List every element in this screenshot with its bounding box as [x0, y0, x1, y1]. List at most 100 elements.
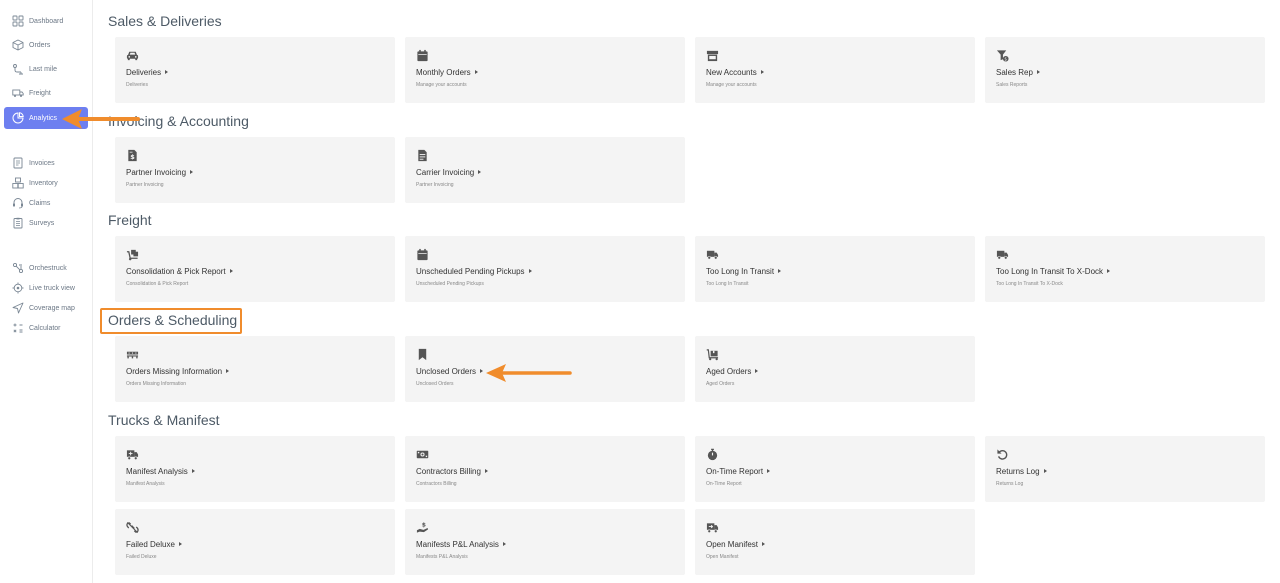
report-card-title-text: Unclosed Orders [416, 367, 477, 376]
analytics-pointer-arrow [62, 109, 140, 129]
report-card-deliveries[interactable]: Deliveries Deliveries [115, 37, 395, 103]
report-card-title[interactable]: Carrier Invoicing [416, 168, 482, 177]
section-title-trucks-manifest: Trucks & Manifest [108, 412, 220, 428]
sidebar-item-inventory[interactable]: Inventory [4, 173, 88, 193]
report-card-subtitle: Open Manifest [706, 554, 739, 560]
survey-icon [12, 217, 24, 229]
report-card-title-text: On-Time Report [706, 467, 764, 476]
report-card-aged-orders[interactable]: Aged Orders Aged Orders [695, 336, 975, 402]
report-card-title-text: Too Long In Transit To X-Dock [996, 267, 1104, 276]
report-card-open-manifest[interactable]: Open Manifest Open Manifest [695, 509, 975, 575]
report-card-on-time-report[interactable]: On-Time Report On-Time Report [695, 436, 975, 502]
bookmark-icon [416, 348, 429, 361]
report-card-title-text: Sales Rep [996, 68, 1033, 77]
sidebar-item-dashboard[interactable]: Dashboard [4, 11, 88, 31]
truck-loading-icon [126, 448, 139, 461]
report-card-new-accounts[interactable]: New Accounts Manage your accounts [695, 37, 975, 103]
report-card-title[interactable]: Consolidation & Pick Report [126, 267, 233, 276]
report-card-contractors-billing[interactable]: Contractors Billing Contractors Billing [405, 436, 685, 502]
caret-right-icon [528, 268, 532, 273]
undo-icon [996, 448, 1009, 461]
report-card-sales-rep[interactable]: $ Sales Rep Sales Reports [985, 37, 1265, 103]
pallet-icon [126, 348, 139, 361]
money-bill-icon [416, 448, 429, 461]
truck-fast-icon [996, 248, 1009, 261]
report-card-title[interactable]: Sales Rep [996, 68, 1040, 77]
sidebar-item-claims[interactable]: Claims [4, 193, 88, 213]
stopwatch-icon [706, 448, 719, 461]
report-card-subtitle: Unclosed Orders [416, 381, 454, 387]
report-card-subtitle: Too Long In Transit To X-Dock [996, 281, 1063, 287]
report-card-title[interactable]: Aged Orders [706, 367, 759, 376]
target-icon [12, 282, 24, 294]
sidebar-item-label: Orders [29, 41, 51, 49]
report-card-unscheduled-pending-pickups[interactable]: Unscheduled Pending Pickups Unscheduled P… [405, 236, 685, 302]
report-card-title-text: Unscheduled Pending Pickups [416, 267, 525, 276]
report-card-subtitle: Manage your accounts [416, 82, 467, 88]
report-card-title[interactable]: Contractors Billing [416, 467, 488, 476]
sidebar-item-orders[interactable]: Orders [4, 35, 88, 55]
caret-right-icon [762, 541, 766, 546]
sidebar-item-label: Calculator [29, 324, 61, 332]
report-card-subtitle: Unscheduled Pending Pickups [416, 281, 484, 287]
report-card-title[interactable]: Failed Deluxe [126, 540, 182, 549]
report-card-title[interactable]: Manifests P&L Analysis [416, 540, 506, 549]
sidebar-item-label: Orchestruck [29, 264, 67, 272]
caret-right-icon [191, 468, 195, 473]
report-card-consolidation-pick-report[interactable]: Consolidation & Pick Report Consolidation… [115, 236, 395, 302]
sidebar-item-last-mile[interactable]: Last mile [4, 59, 88, 79]
sidebar-item-orchestruck[interactable]: Orchestruck [4, 258, 88, 278]
caret-right-icon [1107, 268, 1111, 273]
report-card-title[interactable]: Unclosed Orders [416, 367, 484, 376]
truck-icon [12, 87, 24, 99]
report-card-title-text: Manifest Analysis [126, 467, 188, 476]
report-card-monthly-orders[interactable]: Monthly Orders Manage your accounts [405, 37, 685, 103]
caret-right-icon [474, 69, 478, 74]
sidebar-item-freight[interactable]: Freight [4, 83, 88, 103]
report-card-title[interactable]: Manifest Analysis [126, 467, 195, 476]
report-card-manifest-analysis[interactable]: Manifest Analysis Manifest Analysis [115, 436, 395, 502]
report-card-title-text: Open Manifest [706, 540, 759, 549]
sidebar-item-invoices[interactable]: Invoices [4, 153, 88, 173]
sidebar-item-label: Dashboard [29, 17, 64, 25]
document-icon [416, 149, 429, 162]
report-card-returns-log[interactable]: Returns Log Returns Log [985, 436, 1265, 502]
report-card-title-text: New Accounts [706, 68, 757, 77]
report-card-subtitle: Contractors Billing [416, 481, 457, 487]
sidebar-item-live-truck-view[interactable]: Live truck view [4, 278, 88, 298]
sidebar-item-calculator[interactable]: Calculator [4, 318, 88, 338]
report-card-title[interactable]: New Accounts [706, 68, 764, 77]
report-card-title-text: Carrier Invoicing [416, 168, 475, 177]
caret-right-icon [1043, 468, 1047, 473]
report-card-title-text: Manifests P&L Analysis [416, 540, 499, 549]
report-card-orders-missing-information[interactable]: Orders Missing Information Orders Missing… [115, 336, 395, 402]
calendar-icon [416, 49, 429, 62]
report-card-subtitle: Too Long In Transit [706, 281, 749, 287]
report-card-failed-deluxe[interactable]: Failed Deluxe Failed Deluxe [115, 509, 395, 575]
send-icon [12, 302, 24, 314]
main-content: Sales & Deliveries Deliveries Deliveries Mo… [93, 0, 1280, 583]
report-card-title[interactable]: Orders Missing Information [126, 367, 230, 376]
report-card-title[interactable]: Partner Invoicing [126, 168, 194, 177]
report-card-partner-invoicing[interactable]: $ Partner Invoicing Partner Invoicing [115, 137, 395, 203]
section-title-freight: Freight [108, 212, 152, 228]
report-card-title[interactable]: On-Time Report [706, 467, 771, 476]
sidebar-item-coverage-map[interactable]: Coverage map [4, 298, 88, 318]
report-card-subtitle: Partner Invoicing [126, 182, 164, 188]
report-card-title[interactable]: Monthly Orders [416, 68, 478, 77]
report-card-title[interactable]: Too Long In Transit [706, 267, 782, 276]
report-card-too-long-in-transit[interactable]: Too Long In Transit Too Long In Transit [695, 236, 975, 302]
report-card-carrier-invoicing[interactable]: Carrier Invoicing Partner Invoicing [405, 137, 685, 203]
report-card-title[interactable]: Too Long In Transit To X-Dock [996, 267, 1111, 276]
report-card-title-text: Orders Missing Information [126, 367, 223, 376]
report-card-title[interactable]: Unscheduled Pending Pickups [416, 267, 532, 276]
dolly-icon [126, 248, 139, 261]
car-icon [126, 49, 139, 62]
report-card-title[interactable]: Returns Log [996, 467, 1047, 476]
report-card-too-long-in-transit-to-x-dock[interactable]: Too Long In Transit To X-Dock Too Long In… [985, 236, 1265, 302]
inventory-icon [12, 177, 24, 189]
sidebar-item-surveys[interactable]: Surveys [4, 213, 88, 233]
report-card-manifests-p-l-analysis[interactable]: $ Manifests P&L Analysis Manifests P&L Ana… [405, 509, 685, 575]
report-card-title[interactable]: Deliveries [126, 68, 169, 77]
report-card-title[interactable]: Open Manifest [706, 540, 766, 549]
